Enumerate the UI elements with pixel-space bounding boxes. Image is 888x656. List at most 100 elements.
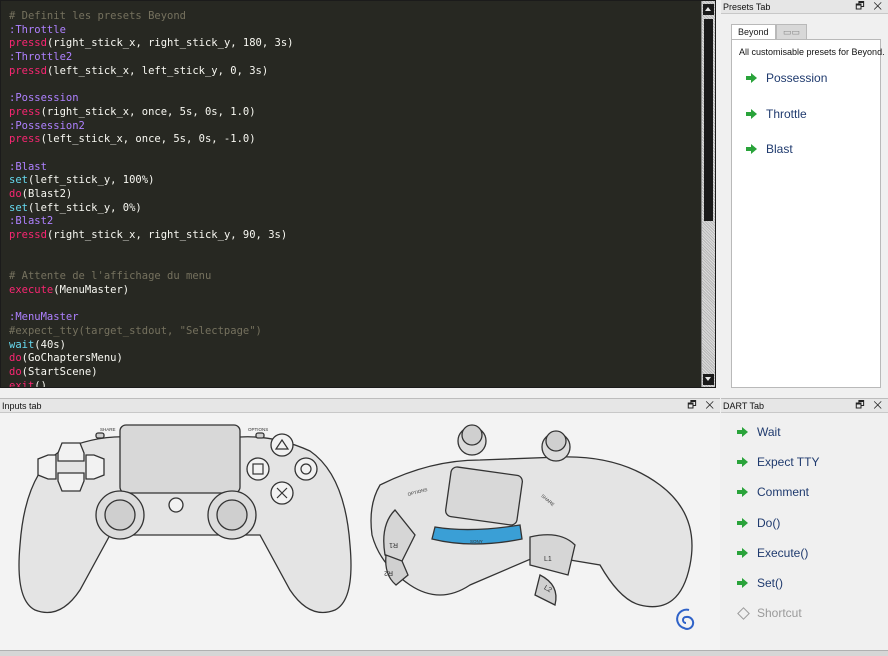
touchpad-back[interactable] <box>444 466 524 526</box>
code-token: execute <box>9 283 54 296</box>
code-token: :MenuMaster <box>9 311 79 324</box>
dart-item-label: Expect TTY <box>757 455 820 469</box>
code-token: press <box>9 133 41 146</box>
code-token: wait <box>9 338 35 351</box>
presets-panel: Presets Tab 🗗 ✕ Beyond ▭▭ All customisab… <box>721 0 888 397</box>
code-line[interactable]: :Throttle2 <box>9 51 699 65</box>
sony-label: SONY <box>470 539 483 544</box>
code-line[interactable]: set(left_stick_y, 0%) <box>9 202 699 216</box>
code-line[interactable] <box>9 147 699 161</box>
preset-label: Blast <box>766 142 793 156</box>
code-line[interactable]: :Blast <box>9 161 699 175</box>
code-token: (left_stick_x, left_stick_y, 0, 3s) <box>46 64 269 77</box>
r2-label: R2 <box>384 569 393 576</box>
dart-item-execute[interactable]: Execute() <box>737 544 808 562</box>
dart-item-expect-tty[interactable]: Expect TTY <box>737 453 819 471</box>
code-token: pressd <box>9 229 47 241</box>
preset-throttle[interactable]: Throttle <box>746 104 807 124</box>
circle-button <box>294 457 318 481</box>
tab-second[interactable]: ▭▭ <box>776 24 808 39</box>
code-token: (40s) <box>34 338 66 351</box>
code-line[interactable] <box>9 243 699 257</box>
code-token: (Blast2) <box>21 187 73 200</box>
code-line[interactable]: execute(MenuMaster) <box>9 284 699 298</box>
code-line[interactable]: pressd(right_stick_x, right_stick_y, 90,… <box>9 229 699 243</box>
dart-item-shortcut[interactable]: Shortcut <box>737 604 802 622</box>
code-line[interactable] <box>9 78 699 92</box>
code-line[interactable]: :Throttle <box>9 24 699 38</box>
status-bar <box>0 650 888 656</box>
code-line[interactable]: do(StartScene) <box>9 366 699 380</box>
code-token: :Throttle2 <box>9 51 73 64</box>
code-token: do <box>9 187 22 200</box>
controller-back[interactable] <box>370 424 693 608</box>
code-line[interactable]: set(left_stick_y, 100%) <box>9 174 699 188</box>
code-token: (left_stick_y, 100%) <box>27 174 155 187</box>
scroll-down-icon[interactable] <box>703 374 714 385</box>
code-line[interactable]: press(left_stick_x, once, 5s, 0s, -1.0) <box>9 133 699 147</box>
green-arrow-icon <box>737 426 749 438</box>
dart-item-comment[interactable]: Comment <box>737 483 809 501</box>
code-line[interactable] <box>9 297 699 311</box>
code-line[interactable]: :MenuMaster <box>9 311 699 325</box>
code-line[interactable]: do(Blast2) <box>9 188 699 202</box>
code-line[interactable]: wait(40s) <box>9 339 699 353</box>
controller-front[interactable] <box>18 424 352 614</box>
presets-panel-titlebar: Presets Tab 🗗 ✕ <box>721 0 888 14</box>
code-token: set <box>9 201 28 214</box>
code-token: # Definit les presets Beyond <box>9 10 187 22</box>
dart-item-do[interactable]: Do() <box>737 514 780 532</box>
code-token: (right_stick_x, right_stick_y, 180, 3s) <box>46 37 294 50</box>
code-line[interactable]: do(GoChaptersMenu) <box>9 352 699 366</box>
code-line[interactable]: # Attente de l'affichage du menu <box>9 270 699 284</box>
code-line[interactable]: :Blast2 <box>9 215 699 229</box>
code-token: set <box>9 174 28 187</box>
inputs-panel-titlebar: Inputs tab 🗗 ✕ <box>0 399 720 413</box>
code-line[interactable]: #expect_tty(target_stdout, "Selectpage") <box>9 325 699 339</box>
preset-possession[interactable]: Possession <box>746 68 827 88</box>
tab-beyond[interactable]: Beyond <box>731 24 776 39</box>
dart-item-wait[interactable]: Wait <box>737 423 781 441</box>
presets-panel-title: Presets Tab <box>723 2 771 12</box>
scroll-up-icon[interactable] <box>703 4 714 15</box>
touchpad[interactable] <box>119 424 241 494</box>
triangle-button <box>270 433 294 457</box>
scrollbar-thumb[interactable] <box>704 19 713 221</box>
panel-float-close-icon[interactable]: 🗗 ✕ <box>855 399 885 413</box>
dart-panel-titlebar: DART Tab 🗗 ✕ <box>721 399 888 413</box>
code-line[interactable] <box>9 256 699 270</box>
panel-float-close-icon[interactable]: 🗗 ✕ <box>687 399 717 413</box>
code-line[interactable]: :Possession2 <box>9 120 699 134</box>
code-token: :Possession <box>9 92 79 105</box>
green-arrow-icon <box>737 517 749 529</box>
code-text[interactable]: # Definit les presets Beyond:Throttle pre… <box>9 10 699 387</box>
dart-item-label: Execute() <box>757 546 809 560</box>
dart-item-label: Wait <box>757 425 781 439</box>
l1-trigger[interactable] <box>529 534 576 576</box>
options-button[interactable] <box>255 432 265 439</box>
code-editor[interactable]: # Definit les presets Beyond:Throttle pre… <box>0 0 716 388</box>
code-line[interactable]: exit() <box>9 380 699 387</box>
code-line[interactable]: :Possession <box>9 92 699 106</box>
ps-button-icon[interactable] <box>168 497 184 513</box>
share-button[interactable] <box>95 432 105 439</box>
presets-description: All customisable presets for Beyond. <box>739 47 885 57</box>
code-line[interactable]: pressd(left_stick_x, left_stick_y, 0, 3s… <box>9 65 699 79</box>
code-token: (left_stick_x, once, 5s, 0s, -1.0) <box>40 133 256 146</box>
dart-item-set[interactable]: Set() <box>737 574 783 592</box>
panel-float-close-icon[interactable]: 🗗 ✕ <box>855 0 885 14</box>
preset-blast[interactable]: Blast <box>746 139 793 159</box>
code-token: :Throttle <box>9 23 66 36</box>
preset-label: Throttle <box>766 107 807 121</box>
editor-scrollbar[interactable] <box>701 1 715 387</box>
code-line[interactable]: # Definit les presets Beyond <box>9 10 699 24</box>
code-token: (GoChaptersMenu) <box>21 352 123 365</box>
l1-label: L1 <box>544 556 552 563</box>
green-arrow-icon <box>746 72 758 84</box>
square-button <box>246 457 270 481</box>
green-arrow-icon <box>737 547 749 559</box>
dart-item-label: Do() <box>757 516 781 530</box>
dart-item-label: Shortcut <box>757 606 802 620</box>
code-line[interactable]: press(right_stick_x, once, 5s, 0s, 1.0) <box>9 106 699 120</box>
code-line[interactable]: pressd(right_stick_x, right_stick_y, 180… <box>9 37 699 51</box>
